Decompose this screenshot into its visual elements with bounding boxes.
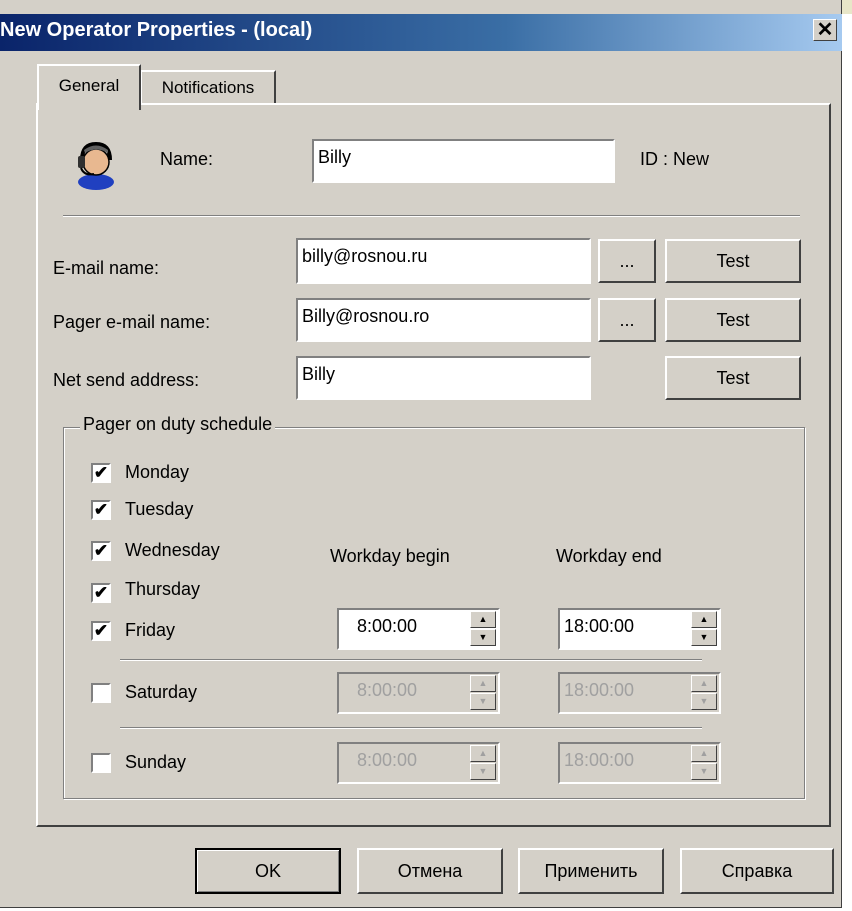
wednesday-checkbox[interactable]: ✔	[91, 541, 111, 561]
spin-down-icon: ▼	[691, 763, 717, 780]
email-test-button[interactable]: Test	[665, 239, 801, 283]
title-bar[interactable]: New Operator Properties - (local)	[0, 14, 842, 51]
sunday-label[interactable]: Sunday	[125, 752, 186, 773]
pager-browse-button[interactable]: ...	[598, 298, 656, 342]
wednesday-label[interactable]: Wednesday	[125, 540, 220, 561]
saturday-begin-spinner: ▲ ▼	[470, 675, 496, 711]
tab-general[interactable]: General	[37, 64, 141, 110]
pager-email-label: Pager e-mail name:	[53, 312, 211, 332]
operator-properties-dialog: New Operator Properties - (local) ✕ Noti…	[0, 0, 842, 908]
pager-schedule-legend: Pager on duty schedule	[80, 414, 276, 435]
name-label: Name:	[160, 149, 214, 169]
close-button[interactable]: ✕	[813, 19, 837, 41]
check-icon: ✔	[93, 583, 109, 602]
spin-up-icon: ▲	[691, 675, 717, 692]
spin-up-icon[interactable]: ▲	[470, 611, 496, 628]
weekday-end-spinner[interactable]: ▲ ▼	[691, 611, 717, 647]
sunday-end-spinner: ▲ ▼	[691, 745, 717, 781]
separator	[120, 727, 702, 729]
workday-begin-label: Workday begin	[330, 546, 450, 566]
spin-up-icon: ▲	[470, 675, 496, 692]
net-send-label: Net send address:	[53, 370, 200, 390]
tab-notifications[interactable]: Notifications	[140, 70, 276, 104]
saturday-label[interactable]: Saturday	[125, 682, 197, 703]
monday-label[interactable]: Monday	[125, 462, 189, 483]
email-name-label: E-mail name:	[53, 258, 160, 278]
workday-end-label: Workday end	[556, 546, 662, 566]
saturday-end-spinner: ▲ ▼	[691, 675, 717, 711]
net-send-test-button[interactable]: Test	[665, 356, 801, 400]
thursday-label[interactable]: Thursday	[125, 579, 200, 600]
check-icon: ✔	[93, 500, 109, 519]
spin-down-icon: ▼	[691, 693, 717, 710]
check-icon: ✔	[93, 463, 109, 482]
tab-notifications-label: Notifications	[161, 78, 255, 97]
friday-checkbox[interactable]: ✔	[91, 621, 111, 641]
weekday-begin-spinner[interactable]: ▲ ▼	[470, 611, 496, 647]
help-button[interactable]: Справка	[680, 848, 834, 894]
spin-up-icon: ▲	[470, 745, 496, 762]
separator	[120, 659, 702, 661]
operator-headset-icon	[78, 141, 114, 190]
spin-down-icon: ▼	[470, 693, 496, 710]
close-icon: ✕	[816, 19, 834, 41]
cancel-button[interactable]: Отмена	[357, 848, 503, 894]
email-name-input[interactable]: billy@rosnou.ru	[296, 238, 591, 284]
tab-general-label: General	[58, 76, 120, 95]
name-input[interactable]: Billy	[312, 139, 615, 183]
thursday-checkbox[interactable]: ✔	[91, 583, 111, 603]
spin-up-icon: ▲	[691, 745, 717, 762]
spin-up-icon[interactable]: ▲	[691, 611, 717, 628]
spin-down-icon[interactable]: ▼	[470, 629, 496, 646]
email-browse-button[interactable]: ...	[598, 239, 656, 283]
pager-test-button[interactable]: Test	[665, 298, 801, 342]
apply-button[interactable]: Применить	[518, 848, 664, 894]
saturday-checkbox[interactable]	[91, 683, 111, 703]
pager-email-input[interactable]: Billy@rosnou.ro	[296, 298, 591, 342]
tuesday-checkbox[interactable]: ✔	[91, 500, 111, 520]
spin-down-icon[interactable]: ▼	[691, 629, 717, 646]
check-icon: ✔	[93, 541, 109, 560]
sunday-begin-spinner: ▲ ▼	[470, 745, 496, 781]
check-icon: ✔	[93, 621, 109, 640]
operator-id-text: ID : New	[640, 149, 710, 169]
sunday-checkbox[interactable]	[91, 753, 111, 773]
separator	[63, 215, 800, 217]
tuesday-label[interactable]: Tuesday	[125, 499, 193, 520]
spin-down-icon: ▼	[470, 763, 496, 780]
friday-label[interactable]: Friday	[125, 620, 175, 641]
ok-button[interactable]: OK	[195, 848, 341, 894]
window-title: New Operator Properties - (local)	[0, 19, 313, 41]
monday-checkbox[interactable]: ✔	[91, 463, 111, 483]
net-send-input[interactable]: Billy	[296, 356, 591, 400]
